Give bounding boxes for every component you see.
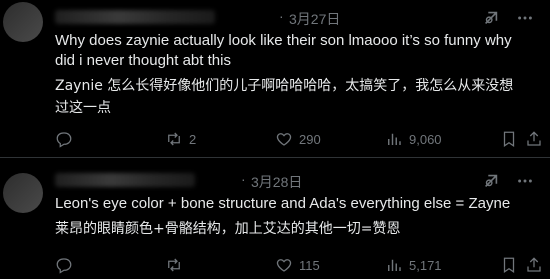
views-icon: [388, 133, 401, 145]
share-icon: [527, 257, 541, 272]
reply-button[interactable]: [55, 255, 73, 275]
separator-dot: ·: [279, 8, 284, 24]
repost-icon: [168, 258, 180, 272]
share-button[interactable]: [525, 129, 543, 149]
post-text-english: Leon's eye color + bone structure and Ad…: [55, 195, 511, 212]
share-icon: [527, 131, 541, 146]
redacted-username[interactable]: [55, 10, 215, 24]
post-text-translation: 莱昂的眼睛颜色+骨骼结构，加上艾达的其他一切=赞恩: [55, 221, 401, 237]
post-date[interactable]: 3月28日: [251, 172, 302, 192]
view-count: 9,060: [409, 131, 442, 147]
view-count: 5,171: [409, 257, 442, 273]
bookmark-icon: [503, 257, 515, 273]
repost-button[interactable]: 2: [165, 129, 196, 149]
more-icon[interactable]: [515, 8, 535, 28]
reply-icon: [56, 258, 72, 274]
grok-icon[interactable]: [481, 8, 501, 28]
views-button[interactable]: 9,060: [385, 129, 442, 149]
like-count: 115: [299, 257, 320, 273]
reply-button[interactable]: [55, 129, 73, 149]
post-header: · 3月28日: [55, 171, 535, 191]
like-count: 290: [299, 131, 321, 147]
repost-button[interactable]: [165, 255, 189, 275]
repost-count: 2: [189, 131, 197, 147]
like-icon: [276, 259, 292, 272]
share-button[interactable]: [525, 255, 543, 275]
like-button[interactable]: 115: [275, 255, 320, 275]
avatar[interactable]: [3, 173, 43, 213]
bookmark-icon: [503, 131, 515, 147]
post-date[interactable]: 3月27日: [289, 9, 340, 29]
bookmark-button[interactable]: [500, 129, 518, 149]
post-text-translation: Zaynie 怎么长得好像他们的儿子啊哈哈哈哈，太搞笑了，我怎么从来没想过这一点: [55, 78, 514, 116]
avatar[interactable]: [3, 2, 43, 42]
like-icon: [276, 133, 292, 146]
post-1[interactable]: · 3月27日 Why does zaynie actually look li…: [0, 0, 550, 158]
redacted-username[interactable]: [55, 173, 195, 187]
views-button[interactable]: 5,171: [385, 255, 442, 275]
reply-icon: [56, 132, 72, 148]
post-2[interactable]: · 3月28日 Leon's eye color + bone structur…: [0, 159, 550, 279]
post-header: · 3月27日: [55, 8, 535, 28]
like-button[interactable]: 290: [275, 129, 321, 149]
bookmark-button[interactable]: [500, 255, 518, 275]
post-text-english: Why does zaynie actually look like their…: [55, 32, 512, 69]
repost-icon: [168, 132, 180, 146]
more-icon[interactable]: [515, 171, 535, 191]
separator-dot: ·: [241, 171, 246, 187]
grok-icon[interactable]: [481, 171, 501, 191]
action-bar: 115 5,171: [55, 255, 545, 275]
views-icon: [388, 259, 401, 271]
action-bar: 2 290 9,060: [55, 129, 545, 149]
